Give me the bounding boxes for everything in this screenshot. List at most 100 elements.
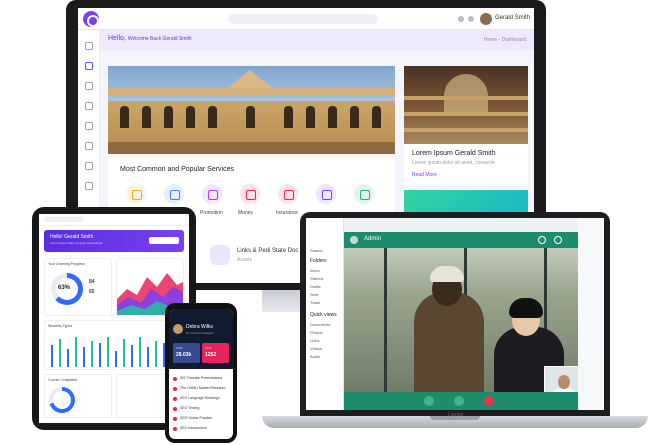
list-item[interactable]: SEO Testing bbox=[173, 405, 229, 413]
bar bbox=[75, 337, 77, 367]
bar bbox=[107, 337, 109, 367]
document-subtitle: Assets bbox=[237, 257, 253, 263]
item-dot-icon bbox=[173, 427, 177, 431]
hero-window bbox=[306, 106, 315, 128]
truck-icon[interactable] bbox=[278, 184, 298, 204]
list-item-label: SEO Testing bbox=[180, 406, 200, 410]
tablet-search-input[interactable] bbox=[44, 217, 84, 222]
service-label: Insurance bbox=[276, 210, 298, 216]
breadcrumb[interactable]: Home - Dashboard bbox=[484, 37, 526, 43]
list-item-label: The CMMU Market Research bbox=[180, 386, 226, 390]
pip-head bbox=[558, 375, 570, 389]
folder-item[interactable]: Drafts bbox=[310, 284, 321, 289]
user-icon[interactable] bbox=[85, 62, 93, 70]
bar bbox=[131, 345, 133, 367]
end-call-icon[interactable] bbox=[484, 396, 494, 406]
hero-image bbox=[108, 66, 395, 154]
avatar[interactable] bbox=[173, 324, 183, 334]
list-item[interactable]: SEO Introduction bbox=[173, 425, 229, 433]
item-dot-icon bbox=[173, 417, 177, 421]
tag-icon[interactable] bbox=[126, 184, 146, 204]
participant-woman-hair bbox=[509, 298, 543, 318]
sidebar-search[interactable]: Search bbox=[310, 248, 323, 253]
gift-icon[interactable] bbox=[202, 184, 222, 204]
document-icon[interactable] bbox=[210, 245, 230, 265]
app-logo-icon[interactable] bbox=[83, 11, 99, 27]
library-shelf bbox=[404, 128, 528, 132]
quick-item[interactable]: Videos bbox=[310, 346, 322, 351]
tablet-hero-subtitle: Lorem ipsum dolor sit amet consectetur bbox=[50, 241, 103, 245]
list-item[interactable]: SEO Language Redesign bbox=[173, 395, 229, 403]
list-item-label: SEO Online Practice bbox=[180, 416, 213, 420]
library-image bbox=[404, 66, 528, 144]
medal-icon[interactable] bbox=[316, 184, 336, 204]
stat-label: Total bbox=[176, 346, 183, 350]
card-icon[interactable] bbox=[164, 184, 184, 204]
search-input[interactable] bbox=[228, 14, 378, 24]
stat-value: 84 bbox=[89, 279, 95, 285]
welcome-message: Welcome Back Gerald Smith bbox=[127, 36, 192, 42]
stat-value: 1252 bbox=[205, 352, 217, 358]
document-title[interactable]: Links & Pedi State Doc bbox=[237, 248, 298, 254]
stat-card[interactable]: Total 1252 bbox=[202, 343, 229, 363]
grid-icon[interactable] bbox=[85, 42, 93, 50]
expand-icon[interactable] bbox=[538, 236, 546, 244]
send-icon[interactable] bbox=[354, 184, 374, 204]
settings-icon[interactable] bbox=[85, 162, 93, 170]
item-dot-icon bbox=[173, 397, 177, 401]
list-item[interactable]: The CMMU Market Research bbox=[173, 385, 229, 393]
courses-donut bbox=[49, 387, 75, 413]
camera-icon[interactable] bbox=[350, 236, 358, 244]
progress-percent: 63% bbox=[58, 285, 71, 291]
calendar-icon[interactable] bbox=[85, 142, 93, 150]
folders-heading: Folders bbox=[310, 258, 327, 264]
mail-sidebar: Search Folders Inbox Starred Drafts Sent… bbox=[306, 218, 344, 410]
chat-icon[interactable] bbox=[458, 16, 464, 22]
quick-item[interactable]: Documents bbox=[310, 322, 330, 327]
video-toggle-icon[interactable] bbox=[454, 396, 464, 406]
library-shelf bbox=[404, 96, 528, 100]
hero-window bbox=[164, 106, 173, 128]
settings-icon[interactable] bbox=[554, 236, 562, 244]
participant-man-hair bbox=[430, 266, 464, 282]
donut-hole bbox=[53, 391, 71, 409]
stat-card[interactable]: Total 28.03k bbox=[173, 343, 200, 363]
read-more-link[interactable]: Read More bbox=[412, 172, 437, 178]
hero-window bbox=[246, 106, 255, 128]
bar bbox=[99, 343, 101, 367]
bar bbox=[59, 339, 61, 367]
bell-icon[interactable] bbox=[468, 16, 474, 22]
folder-item[interactable]: Starred bbox=[310, 276, 323, 281]
quick-item[interactable]: Links bbox=[310, 338, 319, 343]
user-name[interactable]: Gerald Smith bbox=[495, 15, 530, 21]
hero-window bbox=[284, 106, 293, 128]
list-item[interactable]: SEO Online Practice bbox=[173, 415, 229, 423]
top-bar: Gerald Smith bbox=[78, 8, 534, 30]
folder-item[interactable]: Sent bbox=[310, 292, 318, 297]
hero-pediment bbox=[228, 70, 272, 88]
quick-item[interactable]: Audio bbox=[310, 354, 320, 359]
hero-window bbox=[186, 106, 195, 128]
courses-card: Course Completed bbox=[44, 374, 112, 418]
service-label: Money bbox=[238, 210, 254, 216]
folder-item[interactable]: Inbox bbox=[310, 268, 320, 273]
mic-icon[interactable] bbox=[424, 396, 434, 406]
money-icon[interactable] bbox=[240, 184, 260, 204]
quick-item[interactable]: Photos bbox=[310, 330, 322, 335]
wallet-icon[interactable] bbox=[85, 102, 93, 110]
list-item[interactable]: SIS Tutorials Presentations bbox=[173, 375, 229, 383]
card-icon[interactable] bbox=[85, 122, 93, 130]
folder-item[interactable]: Trash bbox=[310, 300, 320, 305]
bar bbox=[123, 339, 125, 367]
courses-title: Course Completed bbox=[48, 378, 78, 382]
video-header: Admin bbox=[344, 232, 578, 248]
users-icon[interactable] bbox=[85, 82, 93, 90]
bar bbox=[91, 341, 93, 367]
tablet-hero-button[interactable] bbox=[149, 237, 179, 244]
list-item-label: SEO Introduction bbox=[180, 426, 207, 430]
bar bbox=[155, 341, 157, 367]
logout-icon[interactable] bbox=[85, 182, 93, 190]
avatar[interactable] bbox=[480, 13, 492, 25]
tablet-hero-title: Hello! Gerald Smith bbox=[50, 234, 94, 240]
students-card: Students Types bbox=[44, 320, 184, 370]
